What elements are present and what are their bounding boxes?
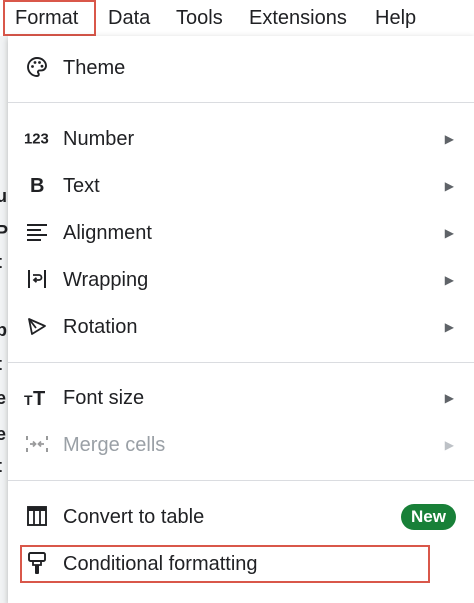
submenu-arrow-icon: ▶ — [444, 438, 454, 452]
submenu-arrow-icon: ▶ — [444, 391, 454, 405]
number-123-icon: 123 — [24, 125, 50, 151]
menu-item-convert-to-table[interactable]: Convert to table New — [8, 495, 474, 539]
menu-item-merge-cells[interactable]: Merge cells ▶ — [8, 423, 474, 467]
align-left-icon — [24, 219, 50, 245]
menu-item-wrapping[interactable]: Wrapping ▶ — [8, 258, 474, 302]
svg-text:B: B — [30, 175, 44, 196]
palette-icon — [24, 54, 50, 80]
submenu-arrow-icon: ▶ — [444, 132, 454, 146]
menu-item-font-size[interactable]: TT Font size ▶ — [8, 376, 474, 420]
text-rotation-icon — [24, 313, 50, 339]
svg-text:T: T — [33, 388, 45, 408]
menu-bar: Format Data Tools Extensions Help — [0, 0, 474, 36]
bold-icon: B — [24, 172, 50, 198]
new-badge: New — [401, 504, 456, 530]
menu-divider — [8, 362, 474, 363]
submenu-arrow-icon: ▶ — [444, 179, 454, 193]
menu-item-text[interactable]: B Text ▶ — [8, 164, 474, 208]
menu-item-label: Convert to table — [63, 506, 205, 528]
menu-item-label: Alignment — [63, 222, 152, 244]
menu-item-label: Text — [63, 175, 100, 197]
sheet-fragment: i — [0, 286, 1, 307]
format-dropdown-menu: Theme 123 Number ▶ B Text ▶ Alignment ▶ … — [8, 36, 474, 603]
sheet-fragment: P — [0, 222, 8, 242]
merge-cells-icon — [24, 431, 50, 457]
menu-item-rotation[interactable]: Rotation ▶ — [8, 305, 474, 349]
font-size-icon: TT — [24, 384, 50, 410]
menu-tools[interactable]: Tools — [176, 0, 223, 36]
svg-text:T: T — [24, 392, 33, 408]
menu-item-theme[interactable]: Theme — [8, 46, 474, 90]
menu-item-label: Font size — [63, 387, 145, 409]
submenu-arrow-icon: ▶ — [444, 320, 454, 334]
sheet-fragment: t — [0, 252, 2, 273]
sheet-fragment: p — [0, 320, 7, 340]
sheet-fragment: e — [0, 424, 7, 444]
menu-extensions[interactable]: Extensions — [249, 0, 347, 36]
menu-divider — [8, 102, 474, 103]
sheet-fragment: t — [0, 456, 2, 477]
svg-text:123: 123 — [24, 132, 49, 148]
sheet-background-edge: u P t i p t e e t — [0, 36, 8, 603]
sheet-fragment: e — [0, 388, 7, 408]
sheet-fragment: t — [0, 354, 2, 375]
conditional-formatting-highlight — [20, 545, 430, 583]
menu-help[interactable]: Help — [375, 0, 416, 36]
submenu-arrow-icon: ▶ — [444, 273, 454, 287]
sheet-fragment: u — [0, 186, 7, 206]
submenu-arrow-icon: ▶ — [444, 226, 454, 240]
menu-item-label: Merge cells — [63, 434, 166, 456]
text-wrap-icon — [24, 266, 50, 292]
menu-format[interactable]: Format — [3, 0, 96, 36]
table-icon — [24, 503, 50, 529]
menu-item-label: Rotation — [63, 316, 138, 338]
menu-data[interactable]: Data — [108, 0, 150, 36]
menu-item-label: Wrapping — [63, 269, 149, 291]
menu-item-number[interactable]: 123 Number ▶ — [8, 117, 474, 161]
menu-item-label: Number — [63, 128, 135, 150]
menu-divider — [8, 480, 474, 481]
menu-item-alignment[interactable]: Alignment ▶ — [8, 211, 474, 255]
menu-item-label: Theme — [63, 57, 126, 79]
